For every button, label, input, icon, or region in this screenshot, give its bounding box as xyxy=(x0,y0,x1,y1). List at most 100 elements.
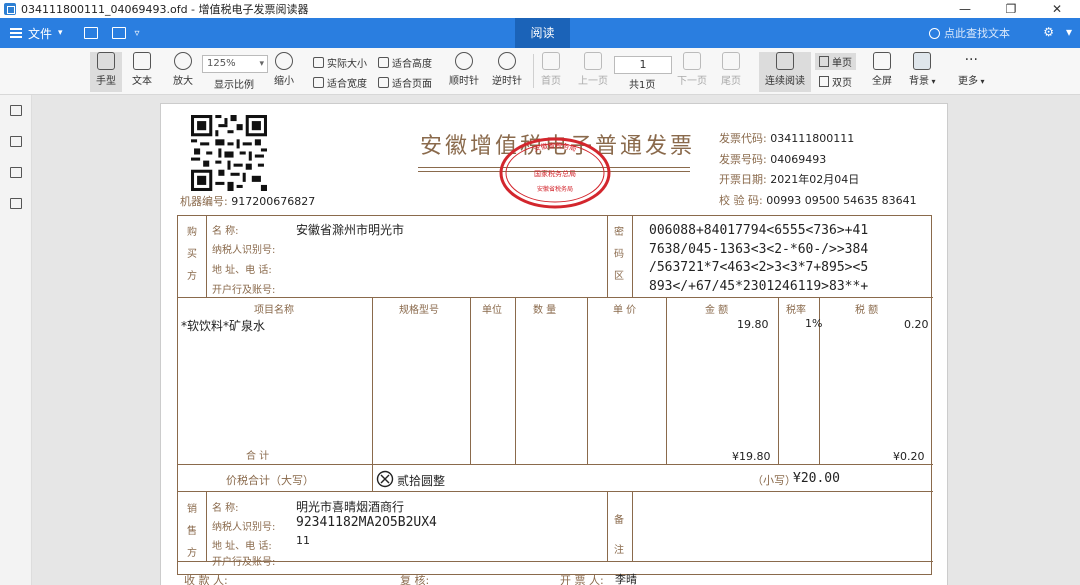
invoice-number-row: 发票号码: 04069493 xyxy=(719,151,826,167)
double-page-icon xyxy=(819,76,829,87)
rotate-counterclockwise-icon xyxy=(498,52,516,70)
settings-icon[interactable]: ⚙ xyxy=(1043,25,1054,39)
fit-width-button[interactable]: 适合宽度 xyxy=(313,75,367,90)
zoom-out-label: 缩小 xyxy=(274,76,294,87)
continuous-read-label: 连续阅读 xyxy=(765,76,805,87)
fit-height-icon xyxy=(378,57,389,68)
seller-label-char: 销 xyxy=(187,504,197,515)
hand-tool-button[interactable]: 手型 xyxy=(90,52,122,92)
qr-code-image xyxy=(191,115,267,191)
fit-width-icon xyxy=(313,77,324,88)
annotation-icon[interactable] xyxy=(9,198,22,209)
double-page-button[interactable]: 双页 xyxy=(815,73,856,90)
page-number-input[interactable]: 1 xyxy=(614,56,672,74)
zoom-ratio-label: 显示比例 xyxy=(214,80,254,91)
prev-page-button[interactable]: 上一页 xyxy=(578,52,608,87)
hamburger-icon[interactable] xyxy=(10,28,22,38)
chevron-right-icon xyxy=(683,52,701,70)
actual-size-button[interactable]: 实际大小 xyxy=(313,55,367,70)
folder-open-icon[interactable] xyxy=(83,27,98,39)
text-tool-button[interactable]: 文本 xyxy=(132,52,152,87)
buyer-bank-label: 开户行及账号: xyxy=(212,285,276,296)
fit-page-button[interactable]: 适合页面 xyxy=(378,75,432,90)
invoice-code-value: 034111800111 xyxy=(770,132,855,145)
single-page-label: 单页 xyxy=(832,58,852,69)
actual-size-icon xyxy=(313,57,324,68)
first-page-icon xyxy=(542,52,560,70)
fit-height-button[interactable]: 适合高度 xyxy=(378,55,432,70)
menu-bar: 文件 ▾ ▿ 阅读 点此查找文本 ⚙ ▾ xyxy=(0,18,1080,48)
check-code-row: 校 验 码: 00993 09500 54635 83641 xyxy=(719,192,917,208)
seller-address-label: 地 址、电 话: xyxy=(212,541,272,552)
outline-icon[interactable] xyxy=(9,105,22,116)
tab-read[interactable]: 阅读 xyxy=(515,18,570,48)
invoice-number-label: 发票号码: xyxy=(719,153,767,166)
chevron-down-icon[interactable]: ▾ xyxy=(1066,25,1072,39)
tax-bureau-seal-image: 安徽省税务局 国家税务总局 安徽省税务局 xyxy=(499,137,611,209)
restore-button[interactable]: ❐ xyxy=(988,0,1034,18)
more-button[interactable]: ··· 更多 ▾ xyxy=(958,52,985,87)
hand-icon xyxy=(97,52,115,70)
file-menu[interactable]: 文件 ▾ xyxy=(28,25,63,42)
search-placeholder: 点此查找文本 xyxy=(944,27,1010,40)
seal-middle-text: 国家税务总局 xyxy=(534,169,576,178)
zoom-select[interactable]: 125% xyxy=(202,55,268,73)
toolbar: 手型 文本 放大 125% 显示比例 缩小 实际大小 适合宽度 适合高度 适合页… xyxy=(0,48,1080,95)
window-controls: — ❐ ✕ xyxy=(942,0,1080,18)
seller-address-value: 11 xyxy=(296,534,310,547)
continuous-read-button[interactable]: 连续阅读 xyxy=(759,52,811,92)
col-header-spec: 规格型号 xyxy=(399,305,439,316)
rotate-cw-button[interactable]: 顺时针 xyxy=(449,52,479,87)
search-box[interactable]: 点此查找文本 xyxy=(929,25,1010,41)
svg-text:安徽省税务局: 安徽省税务局 xyxy=(532,141,577,153)
double-page-label: 双页 xyxy=(832,78,852,89)
col-divider xyxy=(515,297,516,464)
buyer-label-char: 购 xyxy=(187,227,197,238)
invoice-date-label: 开票日期: xyxy=(719,173,767,186)
issuer-value: 李晴 xyxy=(615,573,637,585)
first-page-label: 首页 xyxy=(541,76,561,87)
chevron-down-icon: ▾ xyxy=(978,77,985,86)
col-header-amount: 金 额 xyxy=(705,305,729,316)
more-label: 更多 xyxy=(958,76,978,87)
col-divider xyxy=(372,464,373,491)
background-button[interactable]: 背景 ▾ xyxy=(909,52,936,87)
prev-page-label: 上一页 xyxy=(578,76,608,87)
seller-name-value: 明光市喜晴烟酒商行 xyxy=(296,500,405,514)
last-page-button[interactable]: 尾页 xyxy=(721,52,741,87)
item-name: *软饮料*矿泉水 xyxy=(181,319,266,333)
col-divider xyxy=(372,297,373,464)
machine-number-value: 917200676827 xyxy=(231,195,316,208)
invoice-table: 购 买 方 名 称: 安徽省滁州市明光市 纳税人识别号: 地 址、电 话: 开户… xyxy=(177,215,933,575)
remark-label-char: 备 xyxy=(614,515,624,526)
minimize-button[interactable]: — xyxy=(942,0,988,18)
item-rate: 1% xyxy=(805,317,823,330)
quick-access-dropdown-icon[interactable]: ▿ xyxy=(135,28,140,39)
last-page-label: 尾页 xyxy=(721,76,741,87)
invoice-date-value: 2021年02月04日 xyxy=(770,173,860,186)
structure-icon[interactable] xyxy=(9,167,22,178)
rotate-clockwise-icon xyxy=(455,52,473,70)
rotate-ccw-button[interactable]: 逆时针 xyxy=(492,52,522,87)
first-page-button[interactable]: 首页 xyxy=(541,52,561,87)
rotate-ccw-label: 逆时针 xyxy=(492,76,522,87)
zoom-out-button[interactable]: 缩小 xyxy=(274,52,294,87)
print-icon[interactable] xyxy=(111,27,126,39)
seller-tax-value: 92341182MA2O5B2UX4 xyxy=(296,515,437,530)
grand-total-upper: 贰拾圆整 xyxy=(397,474,446,488)
hand-tool-label: 手型 xyxy=(96,76,116,87)
thumbnail-icon[interactable] xyxy=(9,136,22,147)
seller-name-label: 名 称: xyxy=(212,503,239,514)
single-page-button[interactable]: 单页 xyxy=(815,53,856,70)
next-page-button[interactable]: 下一页 xyxy=(677,52,707,87)
machine-number-label: 机器编号: xyxy=(180,195,228,208)
zoom-in-button[interactable]: 放大 xyxy=(173,52,193,87)
col-divider xyxy=(206,216,207,297)
cipher-label-char: 码 xyxy=(614,249,624,260)
fullscreen-button[interactable]: 全屏 xyxy=(872,52,892,87)
grand-total-label: 价税合计（大写） xyxy=(226,474,314,487)
buyer-name-value: 安徽省滁州市明光市 xyxy=(296,223,405,237)
cipher-line: 006088+84017794<6555<736>+41 xyxy=(649,223,869,238)
fit-page-icon xyxy=(378,77,389,88)
close-button[interactable]: ✕ xyxy=(1034,0,1080,18)
